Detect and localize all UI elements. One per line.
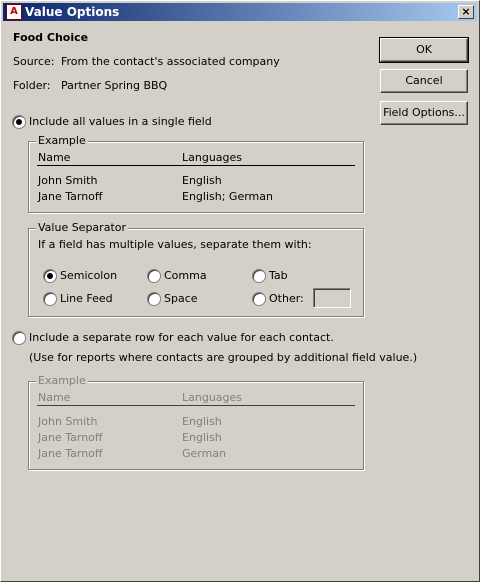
example-group-separate: Example Name Languages John Smith Englis… [28,374,364,470]
app-icon: A [6,4,22,20]
example-group-single: Example Name Languages John Smith Englis… [28,134,364,213]
folder-value: Partner Spring BBQ [61,79,168,92]
column-header-languages: Languages [182,391,243,404]
folder-label: Folder: [13,79,51,92]
example-row-name: Jane Tarnoff [38,447,103,460]
separator-instruction: If a field has multiple values, separate… [38,238,312,251]
single-field-label: Include all values in a single field [29,115,212,128]
radio-selected-dot [47,273,53,279]
example-row-name: Jane Tarnoff [38,190,103,203]
tab-radio[interactable] [252,269,266,283]
cancel-button[interactable]: Cancel [380,69,468,93]
radio-selected-dot [16,119,22,125]
example-row-name: Jane Tarnoff [38,431,103,444]
field-name: Food Choice [13,31,89,44]
example-row-languages: English [182,415,222,428]
line-feed-label: Line Feed [60,292,113,305]
example-row-name: John Smith [38,415,98,428]
column-header-name: Name [38,391,71,404]
line-feed-radio[interactable] [43,292,57,306]
value-separator-group: Value Separator If a field has multiple … [28,221,364,317]
semicolon-label: Semicolon [60,269,118,282]
example-row-languages: German [182,447,227,460]
separate-row-label: Include a separate row for each value fo… [29,331,334,344]
window-title: Value Options [25,5,120,19]
comma-label: Comma [164,269,207,282]
column-header-languages: Languages [182,151,243,164]
other-separator-input[interactable] [313,288,351,308]
close-button[interactable]: × [458,5,474,19]
example-row-languages: English; German [182,190,273,203]
value-separator-title: Value Separator [36,221,129,234]
separate-row-note: (Use for reports where contacts are grou… [29,351,418,364]
example-row-languages: English [182,174,222,187]
semicolon-radio[interactable] [43,269,57,283]
other-label: Other: [269,292,304,305]
single-field-radio[interactable] [12,115,26,129]
other-radio[interactable] [252,292,266,306]
example-row-languages: English [182,431,222,444]
source-value: From the contact's associated company [61,55,280,68]
space-radio[interactable] [147,292,161,306]
header-divider [37,165,355,166]
example-row-name: John Smith [38,174,98,187]
column-header-name: Name [38,151,71,164]
value-options-dialog: A Value Options × Food Choice Source: Fr… [0,0,480,582]
title-bar: A Value Options × [3,3,477,21]
ok-button[interactable]: OK [379,37,469,63]
example-title: Example [36,134,88,147]
header-divider [37,405,355,406]
source-label: Source: [13,55,55,68]
space-label: Space [164,292,198,305]
separate-row-radio[interactable] [12,331,26,345]
example-title: Example [36,374,88,387]
comma-radio[interactable] [147,269,161,283]
field-options-button[interactable]: Field Options... [380,101,468,125]
tab-label: Tab [269,269,288,282]
